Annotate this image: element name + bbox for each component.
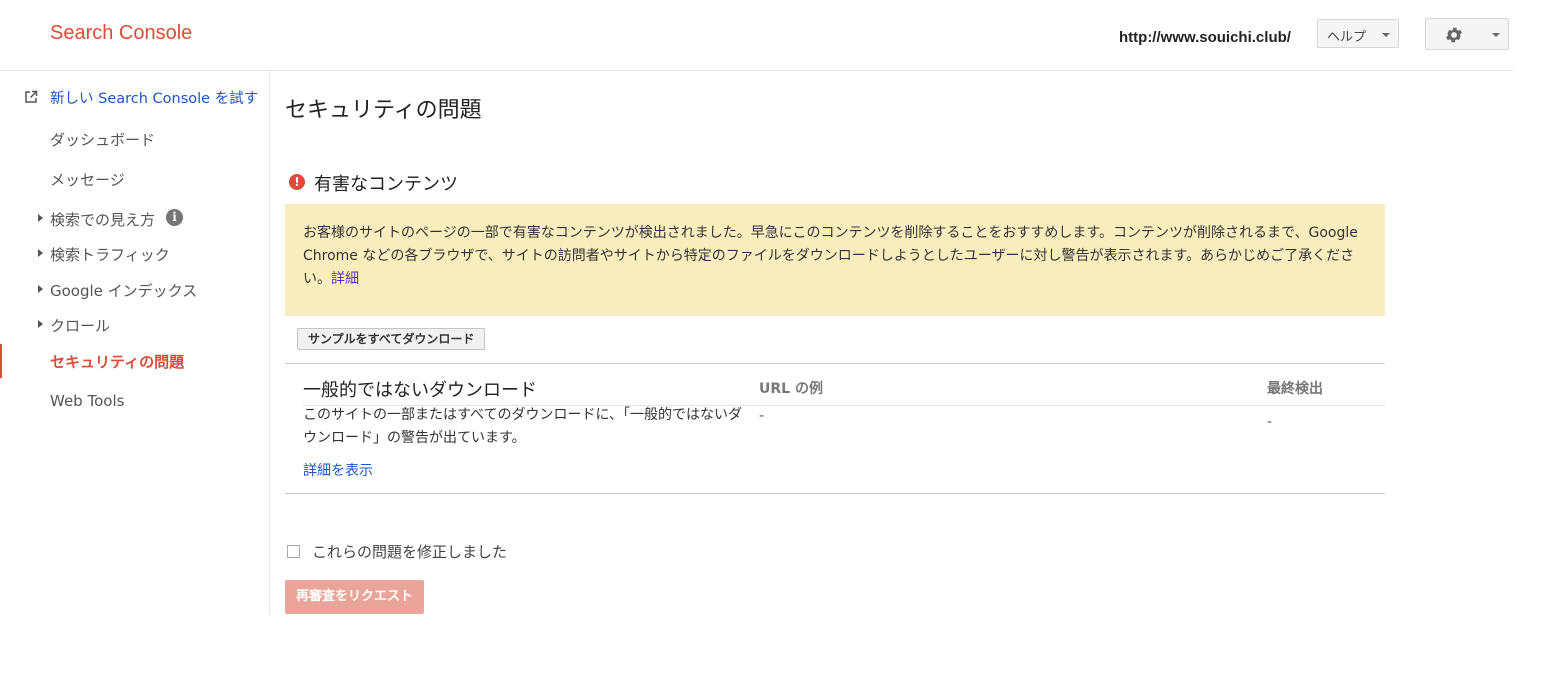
download-all-samples-button[interactable]: サンプルをすべてダウンロード	[297, 328, 486, 350]
sidebar-item-dashboard[interactable]: ダッシュボード	[50, 129, 155, 150]
sidebar-item-web-tools[interactable]: Web Tools	[50, 392, 124, 410]
expand-triangle-icon[interactable]	[38, 249, 43, 257]
active-indicator	[0, 344, 2, 378]
sidebar-item-crawl[interactable]: クロール	[50, 315, 110, 336]
site-url: http://www.souichi.club/	[1119, 29, 1291, 46]
gear-icon	[1444, 25, 1464, 49]
harmful-content-alert: お客様のサイトのページの一部で有害なコンテンツが検出されました。早急にこのコンテ…	[285, 204, 1385, 316]
help-label: ヘルプ	[1327, 30, 1367, 45]
new-search-console-link[interactable]: 新しい Search Console を試す	[50, 87, 258, 108]
info-icon[interactable]: i	[166, 209, 183, 226]
top-header: Search Console http://www.souichi.club/ …	[0, 0, 1513, 71]
alert-text: お客様のサイトのページの一部で有害なコンテンツが検出されました。早急にこのコンテ…	[303, 225, 1358, 287]
chevron-down-icon	[1382, 33, 1390, 37]
sidebar-item-google-index[interactable]: Google インデックス	[50, 280, 197, 301]
divider	[285, 363, 1385, 364]
divider	[285, 493, 1385, 494]
last-detected-value: -	[1267, 414, 1273, 430]
issues-fixed-checkbox[interactable]	[287, 545, 300, 558]
sidebar: 新しい Search Console を試す ダッシュボード メッセージ 検索で…	[0, 71, 270, 614]
column-header-last-detected: 最終検出	[1267, 381, 1323, 397]
expand-triangle-icon[interactable]	[38, 285, 43, 293]
alert-details-link[interactable]: 詳細	[331, 271, 359, 287]
expand-triangle-icon[interactable]	[38, 320, 43, 328]
external-link-icon	[24, 89, 38, 108]
url-example-value: -	[759, 408, 765, 424]
app-logo[interactable]: Search Console	[50, 22, 192, 45]
issue-title: 一般的ではないダウンロード	[303, 380, 537, 401]
sidebar-item-search-traffic[interactable]: 検索トラフィック	[50, 244, 170, 265]
help-dropdown-button[interactable]: ヘルプ	[1317, 19, 1399, 48]
page-title: セキュリティの問題	[285, 98, 482, 123]
chevron-down-icon	[1492, 33, 1500, 37]
settings-dropdown-button[interactable]	[1425, 18, 1509, 50]
request-review-button[interactable]: 再審査をリクエスト	[285, 580, 424, 614]
issue-description: このサイトの一部またはすべてのダウンロードに、「一般的ではないダウンロード」の警…	[303, 407, 743, 446]
warning-icon: !	[289, 174, 305, 190]
sidebar-item-messages[interactable]: メッセージ	[50, 169, 125, 190]
sidebar-item-search-appearance[interactable]: 検索での見え方	[50, 209, 155, 230]
column-header-url-example: URL の例	[759, 381, 823, 397]
issues-fixed-label[interactable]: これらの問題を修正しました	[312, 541, 507, 562]
sidebar-item-security-issues[interactable]: セキュリティの問題	[50, 351, 184, 372]
expand-triangle-icon[interactable]	[38, 214, 43, 222]
show-details-link[interactable]: 詳細を表示	[303, 460, 373, 480]
section-title: 有害なコンテンツ	[314, 174, 458, 195]
